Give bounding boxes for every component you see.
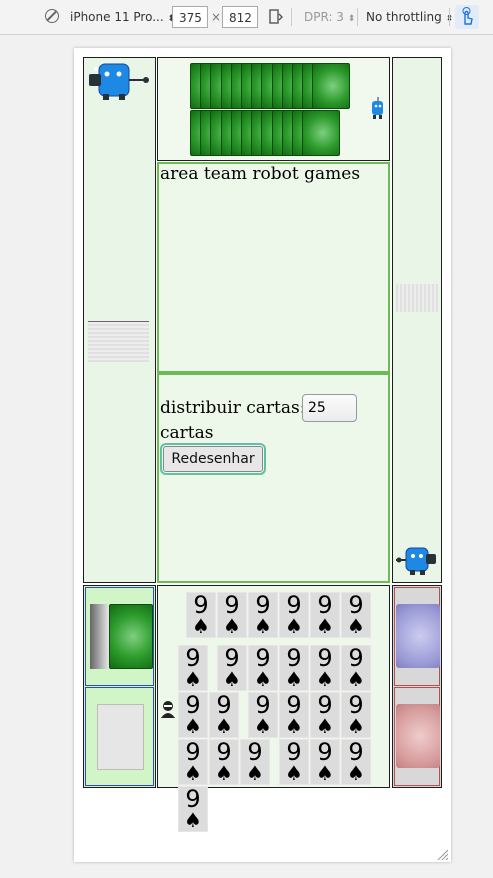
device-name: iPhone 11 Pro... — [70, 10, 164, 24]
card-suit: ♠ — [316, 667, 334, 691]
card-suit: ♠ — [316, 614, 334, 638]
card-suit: ♠ — [215, 761, 233, 785]
left-hand-card-back — [88, 321, 149, 362]
card-suit: ♠ — [285, 714, 303, 738]
hand-card[interactable]: 9 ♠ — [341, 739, 371, 785]
throttle-value: No throttling — [366, 10, 442, 24]
touch-icon — [462, 7, 473, 25]
card-suit: ♠ — [316, 761, 334, 785]
red-card-back[interactable] — [396, 704, 440, 768]
card-suit: ♠ — [254, 614, 272, 638]
robot-icon — [372, 97, 383, 119]
hand-card[interactable]: 9 ♠ — [209, 739, 239, 785]
dpr-select[interactable]: DPR: 3 ⬍ — [304, 6, 355, 28]
deck-card-back — [302, 110, 341, 156]
throttle-select[interactable]: No throttling ⬍ — [366, 6, 453, 28]
devtools-device-toolbar: iPhone 11 Pro... ⬍ 375 × 812 DPR: 3 ⬍ No… — [0, 0, 493, 35]
card-suit: ♠ — [316, 714, 334, 738]
hand-card[interactable]: 9 ♠ — [310, 739, 340, 785]
right-hand-card-back — [396, 284, 438, 312]
hand-card[interactable]: 9 ♠ — [178, 786, 208, 832]
hand-card[interactable]: 9 ♠ — [341, 692, 371, 738]
dimension-separator: × — [211, 10, 222, 24]
discard-empty-card — [97, 704, 144, 770]
draw-pile-edge — [90, 604, 110, 669]
hand-card[interactable]: 9 ♠ — [240, 739, 270, 785]
redraw-button[interactable]: Redesenhar — [160, 443, 266, 475]
hand-card[interactable]: 9 ♠ — [310, 592, 340, 638]
team-area-title: area team robot games — [160, 164, 361, 184]
deal-label: distribuir cartas: — [160, 398, 306, 418]
card-suit: ♠ — [347, 714, 365, 738]
robot-icon — [89, 63, 149, 100]
no-entry-icon — [45, 9, 59, 23]
card-suit: ♠ — [223, 667, 241, 691]
card-suit: ♠ — [285, 667, 303, 691]
card-suit: ♠ — [184, 808, 202, 832]
card-suit: ♠ — [192, 614, 210, 638]
robot-icon — [396, 547, 436, 575]
card-suit: ♠ — [285, 614, 303, 638]
deck-card-back — [312, 63, 351, 109]
draw-pile-card-back[interactable] — [109, 604, 153, 669]
hand-card[interactable]: 9 ♠ — [209, 692, 239, 738]
hand-card[interactable]: 9 ♠ — [217, 645, 247, 691]
left-opponent-panel — [83, 57, 156, 583]
resize-icon[interactable] — [436, 848, 448, 860]
card-suit: ♠ — [254, 714, 272, 738]
card-suit: ♠ — [254, 667, 272, 691]
hand-card[interactable]: 9 ♠ — [248, 645, 278, 691]
hand-card[interactable]: 9 ♠ — [279, 592, 309, 638]
blue-card-back[interactable] — [396, 604, 440, 668]
device-select[interactable]: iPhone 11 Pro... ⬍ — [70, 6, 175, 28]
card-suit: ♠ — [184, 714, 202, 738]
right-opponent-panel — [392, 57, 442, 583]
card-suit: ♠ — [184, 761, 202, 785]
hand-card[interactable]: 9 ♠ — [186, 592, 216, 638]
card-suit: ♠ — [347, 614, 365, 638]
height-input[interactable]: 812 — [222, 6, 258, 28]
hand-card[interactable]: 9 ♠ — [248, 692, 278, 738]
deal-quantity-input[interactable] — [302, 394, 357, 422]
card-suit: ♠ — [285, 761, 303, 785]
dpr-caret-icon: ⬍ — [347, 14, 356, 24]
rotate-icon[interactable] — [267, 9, 283, 25]
hand-card[interactable]: 9 ♠ — [178, 645, 208, 691]
hand-card[interactable]: 9 ♠ — [341, 645, 371, 691]
hand-card[interactable]: 9 ♠ — [310, 692, 340, 738]
hand-card[interactable]: 9 ♠ — [341, 592, 371, 638]
card-suit: ♠ — [215, 714, 233, 738]
cards-word: cartas — [160, 423, 214, 443]
card-suit: ♠ — [246, 761, 264, 785]
hand-card[interactable]: 9 ♠ — [178, 692, 208, 738]
card-suit: ♠ — [184, 667, 202, 691]
touch-toggle-button[interactable] — [455, 5, 479, 29]
width-input[interactable]: 375 — [172, 6, 208, 28]
hand-card[interactable]: 9 ♠ — [248, 592, 278, 638]
hand-card[interactable]: 9 ♠ — [217, 592, 247, 638]
dpr-value: DPR: 3 — [304, 10, 344, 24]
player-icon — [161, 701, 175, 718]
card-suit: ♠ — [347, 761, 365, 785]
hand-card[interactable]: 9 ♠ — [310, 645, 340, 691]
card-suit: ♠ — [347, 667, 365, 691]
hand-card[interactable]: 9 ♠ — [279, 692, 309, 738]
card-suit: ♠ — [223, 614, 241, 638]
hand-card[interactable]: 9 ♠ — [178, 739, 208, 785]
hand-card[interactable]: 9 ♠ — [279, 645, 309, 691]
team-area-panel — [157, 162, 390, 373]
hand-card[interactable]: 9 ♠ — [279, 739, 309, 785]
